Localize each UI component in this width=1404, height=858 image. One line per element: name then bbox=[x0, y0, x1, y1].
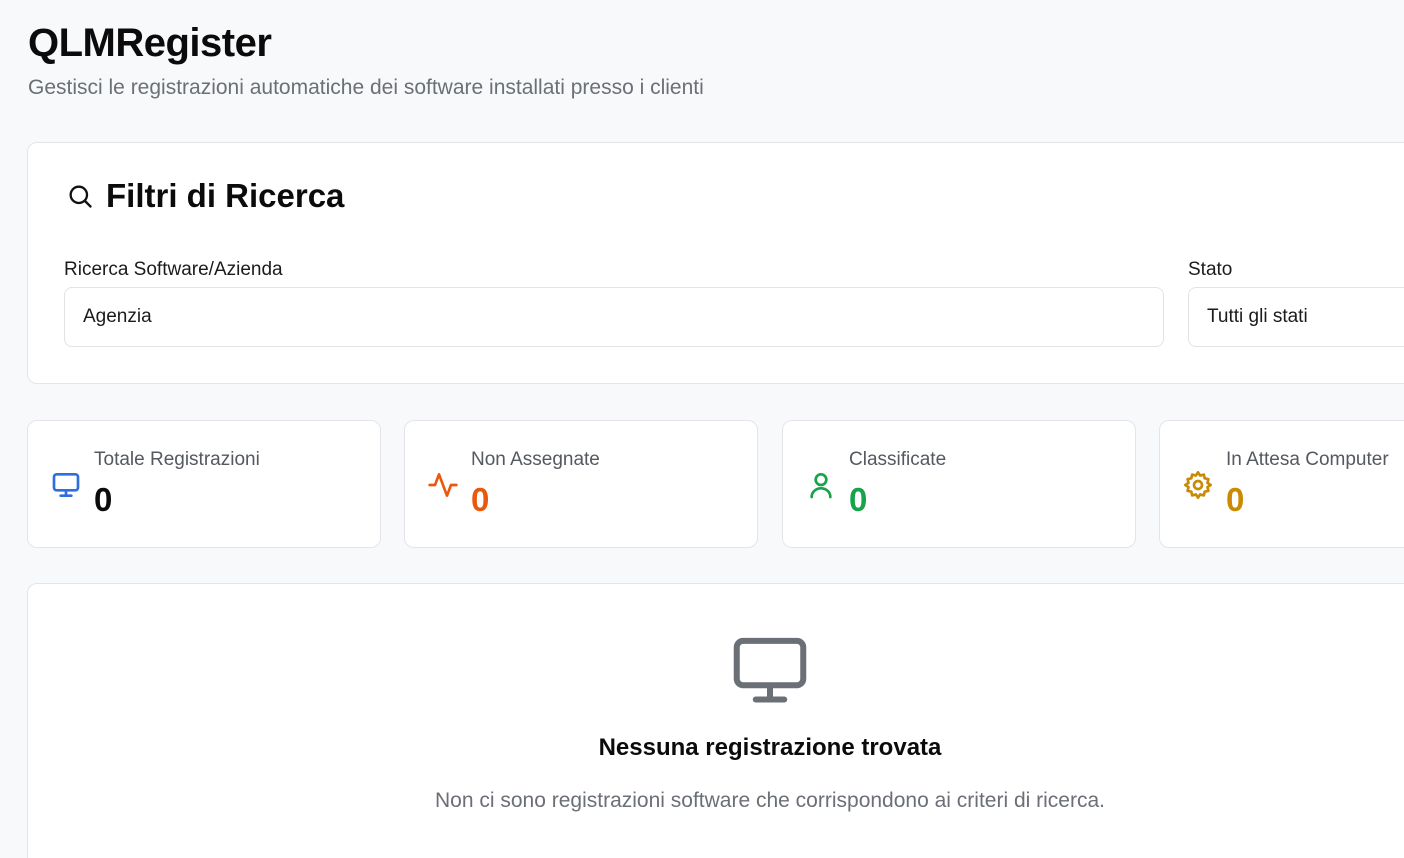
page: QLMRegister Gestisci le registrazioni au… bbox=[0, 0, 1404, 858]
status-label: Stato bbox=[1188, 259, 1233, 280]
empty-state-title: Nessuna registrazione trovata bbox=[598, 734, 942, 761]
monitor-icon bbox=[733, 637, 807, 703]
page-title: QLMRegister bbox=[28, 21, 272, 65]
status-select-value: Tutti gli stati bbox=[1207, 306, 1308, 327]
stat-card-total: Totale Registrazioni 0 bbox=[27, 420, 381, 548]
stat-value: 0 bbox=[1226, 481, 1245, 518]
filters-header: Filtri di Ricerca bbox=[66, 177, 344, 215]
stat-value: 0 bbox=[94, 481, 113, 518]
search-icon bbox=[69, 185, 92, 208]
user-icon bbox=[810, 473, 832, 499]
monitor-icon bbox=[52, 473, 80, 497]
empty-state-description: Non ci sono registrazioni software che c… bbox=[435, 789, 1105, 812]
stat-value: 0 bbox=[471, 481, 490, 518]
filters-title: Filtri di Ricerca bbox=[106, 177, 345, 214]
stat-label: Totale Registrazioni bbox=[94, 449, 260, 470]
gear-icon bbox=[1184, 471, 1212, 499]
stat-label: In Attesa Computer bbox=[1226, 449, 1389, 470]
empty-state-card: Nessuna registrazione trovata Non ci son… bbox=[27, 583, 1404, 858]
filters-card: Filtri di Ricerca Ricerca Software/Azien… bbox=[27, 142, 1404, 384]
stat-card-waiting-computer: In Attesa Computer 0 bbox=[1159, 420, 1404, 548]
page-subtitle: Gestisci le registrazioni automatiche de… bbox=[28, 76, 704, 99]
stat-label: Non Assegnate bbox=[471, 449, 600, 470]
stat-label: Classificate bbox=[849, 449, 947, 470]
stat-value: 0 bbox=[849, 481, 868, 518]
stat-card-unassigned: Non Assegnate 0 bbox=[404, 420, 758, 548]
search-input[interactable] bbox=[64, 287, 1164, 347]
status-select[interactable]: Tutti gli stati bbox=[1188, 287, 1404, 347]
search-label: Ricerca Software/Azienda bbox=[64, 259, 283, 280]
activity-icon bbox=[428, 473, 458, 497]
stat-card-classified: Classificate 0 bbox=[782, 420, 1136, 548]
